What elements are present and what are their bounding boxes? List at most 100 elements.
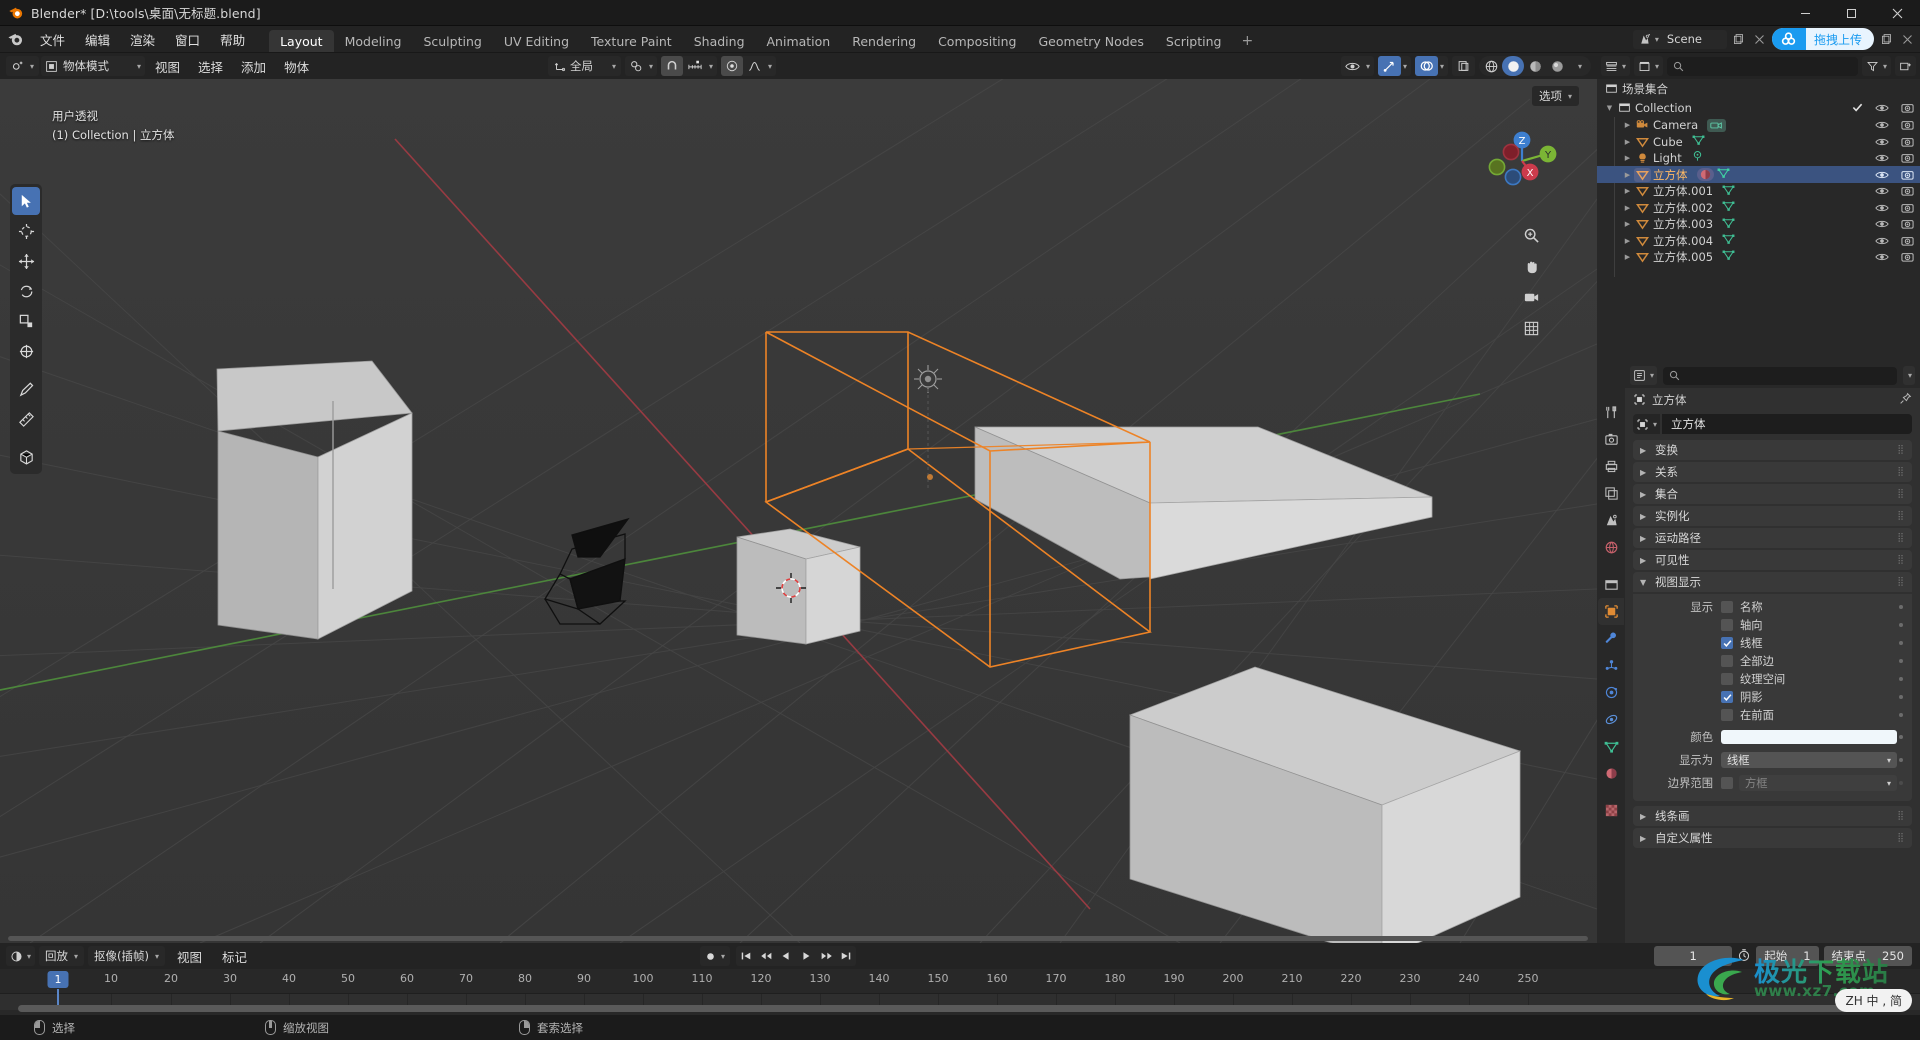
bounds-type-dropdown[interactable]: 方框 ▾ <box>1739 775 1897 791</box>
current-frame-field[interactable]: 1 <box>1654 946 1733 966</box>
gizmo-toggle-group[interactable]: ▾ <box>1377 56 1411 76</box>
tab-particles[interactable] <box>1598 652 1624 679</box>
add-workspace-button[interactable]: + <box>1232 30 1262 52</box>
panel-custom-properties[interactable]: ▶ 自定义属性 ⣿ <box>1633 828 1912 848</box>
tab-material[interactable] <box>1598 760 1624 787</box>
menu-window[interactable]: 窗口 <box>165 26 210 52</box>
tab-animation[interactable]: Animation <box>756 30 842 52</box>
viewport-options-button[interactable]: 选项 ▾ <box>1531 86 1579 106</box>
outliner-search-input[interactable] <box>1667 56 1858 76</box>
tab-view-layer[interactable] <box>1598 480 1624 507</box>
tool-cursor-icon[interactable] <box>12 217 40 245</box>
hide-in-viewport-icon[interactable] <box>1875 217 1889 231</box>
tab-compositing[interactable]: Compositing <box>927 30 1027 52</box>
editor-type-selector[interactable]: ▾ <box>6 56 40 76</box>
tab-geometry-nodes[interactable]: Geometry Nodes <box>1027 30 1154 52</box>
tab-rendering[interactable]: Rendering <box>841 30 927 52</box>
tool-annotate-icon[interactable] <box>12 375 40 403</box>
hide-in-viewport-icon[interactable] <box>1875 234 1889 248</box>
disclosure-triangle-icon[interactable]: ▶ <box>1621 151 1634 164</box>
disable-in-renders-icon[interactable] <box>1900 151 1914 165</box>
use-preview-range-icon[interactable] <box>1737 947 1751 966</box>
camera-data-icon[interactable] <box>1707 118 1727 132</box>
properties-options-chevron-icon[interactable]: ▾ <box>1902 366 1915 385</box>
jump-to-end-icon[interactable] <box>836 946 856 966</box>
play-reverse-icon[interactable] <box>776 946 796 966</box>
light-data-icon[interactable] <box>1691 150 1704 165</box>
tool-select-box-icon[interactable] <box>12 187 40 215</box>
minimize-button[interactable] <box>1782 0 1828 26</box>
proportional-falloff-icon[interactable] <box>743 56 766 76</box>
display-as-dropdown[interactable]: 线框 ▾ <box>1721 752 1897 768</box>
mesh-data-icon[interactable] <box>1722 249 1735 264</box>
outliner-row-cube-002[interactable]: ▶ 立方体.002 <box>1597 200 1920 216</box>
viewport-horizontal-scrollbar[interactable] <box>8 936 1588 941</box>
outliner-row-light[interactable]: ▶ Light <box>1597 150 1920 166</box>
tab-texture[interactable] <box>1598 797 1624 824</box>
snap-target-icon[interactable] <box>683 56 707 76</box>
panel-transform[interactable]: ▶ 变换 ⣿ <box>1633 440 1912 460</box>
tab-scripting[interactable]: Scripting <box>1155 30 1233 52</box>
tab-collection[interactable] <box>1598 571 1624 598</box>
unlink-scene-icon[interactable] <box>1751 30 1769 49</box>
rendered-shading-icon[interactable] <box>1546 56 1568 76</box>
disable-in-renders-icon[interactable] <box>1900 184 1914 198</box>
overlays-toggle-group[interactable]: ▾ <box>1414 56 1448 76</box>
tab-physics[interactable] <box>1598 679 1624 706</box>
tool-move-icon[interactable] <box>12 247 40 275</box>
mesh-data-icon[interactable] <box>1717 167 1730 182</box>
visibility-selector[interactable]: ▾ <box>1340 56 1374 76</box>
disable-in-renders-icon[interactable] <box>1900 201 1914 215</box>
frame-range-fields[interactable]: 起始 1 <box>1756 946 1819 966</box>
tab-modifiers[interactable] <box>1598 625 1624 652</box>
disclosure-triangle-icon[interactable]: ▼ <box>1603 101 1616 114</box>
disable-in-renders-icon[interactable] <box>1900 168 1914 182</box>
tool-transform-icon[interactable] <box>12 337 40 365</box>
hide-in-viewport-icon[interactable] <box>1875 118 1889 132</box>
animate-property-dot[interactable] <box>1899 641 1903 645</box>
disclosure-triangle-icon[interactable]: ▶ <box>1621 185 1634 198</box>
hide-in-viewport-icon[interactable] <box>1875 184 1889 198</box>
tab-sculpting[interactable]: Sculpting <box>412 30 492 52</box>
object-id-name[interactable]: 立方体 <box>1662 414 1912 434</box>
panel-relations[interactable]: ▶ 关系 ⣿ <box>1633 462 1912 482</box>
menu-help[interactable]: 帮助 <box>210 26 255 52</box>
viewport-menu-select[interactable]: 选择 <box>190 53 231 79</box>
animate-property-dot[interactable] <box>1899 781 1903 785</box>
outliner-new-collection-icon[interactable] <box>1895 56 1916 76</box>
jump-to-prev-keyframe-icon[interactable] <box>756 946 776 966</box>
menu-edit[interactable]: 编辑 <box>75 26 120 52</box>
disclosure-triangle-icon[interactable]: ▶ <box>1621 250 1634 263</box>
hide-in-viewport-icon[interactable] <box>1875 135 1889 149</box>
checkbox-in-front[interactable] <box>1721 709 1733 721</box>
disable-in-renders-icon[interactable] <box>1900 217 1914 231</box>
outliner-tree[interactable]: 场景集合 ▼ Collection ▶ Camera ▶ Cube ▶ Ligh… <box>1597 79 1920 363</box>
scene-selector[interactable]: ▾ Scene <box>1632 29 1727 49</box>
timeline-menu-marker[interactable]: 标记 <box>214 943 255 969</box>
menu-render[interactable]: 渲染 <box>120 26 165 52</box>
viewport-menu-object[interactable]: 物体 <box>276 53 317 79</box>
viewlayer-remove-icon[interactable] <box>1898 30 1916 49</box>
panel-collections[interactable]: ▶ 集合 ⣿ <box>1633 484 1912 504</box>
object-id-field[interactable]: ▾ 立方体 <box>1633 414 1912 434</box>
maximize-button[interactable] <box>1828 0 1874 26</box>
tab-texture-paint[interactable]: Texture Paint <box>580 30 683 52</box>
mesh-data-icon[interactable] <box>1692 134 1705 149</box>
tab-constraints[interactable] <box>1598 706 1624 733</box>
animate-property-dot[interactable] <box>1899 623 1903 627</box>
disable-in-renders-icon[interactable] <box>1900 234 1914 248</box>
wireframe-shading-icon[interactable] <box>1480 56 1502 76</box>
tool-scale-icon[interactable] <box>12 307 40 335</box>
checkbox-bounds[interactable] <box>1721 777 1733 789</box>
checkbox-shadow[interactable] <box>1721 691 1733 703</box>
panel-instancing[interactable]: ▶ 实例化 ⣿ <box>1633 506 1912 526</box>
animate-property-dot[interactable] <box>1899 677 1903 681</box>
properties-search-input[interactable] <box>1663 366 1897 385</box>
outliner-row-cube-001[interactable]: ▶ 立方体.001 <box>1597 183 1920 199</box>
tab-object[interactable] <box>1598 598 1624 625</box>
panel-line-art[interactable]: ▶ 线条画 ⣿ <box>1633 806 1912 826</box>
outliner-filter-icon[interactable]: ▾ <box>1861 56 1891 76</box>
panel-visibility[interactable]: ▶ 可见性 ⣿ <box>1633 550 1912 570</box>
disable-in-renders-icon[interactable] <box>1900 101 1914 115</box>
xray-toggle[interactable] <box>1452 56 1475 76</box>
